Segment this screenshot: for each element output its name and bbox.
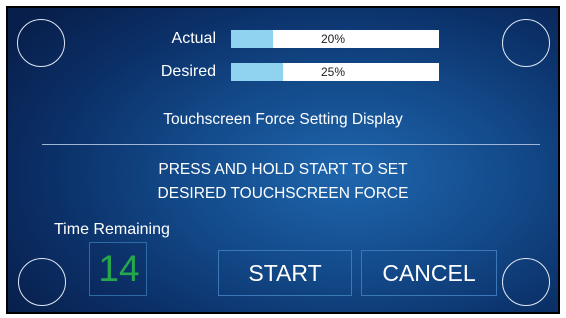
display-title: Touchscreen Force Setting Display xyxy=(163,111,403,128)
corner-target-bottom-right[interactable] xyxy=(502,258,550,306)
touchscreen-display: Actual 20% Desired 25% Touchscreen Force… xyxy=(6,6,560,314)
corner-target-top-left[interactable] xyxy=(17,19,65,67)
desired-label: Desired xyxy=(160,63,216,80)
actual-label: Actual xyxy=(171,30,216,47)
start-button[interactable]: START xyxy=(218,250,352,296)
timer-display: 14 xyxy=(89,242,147,296)
cancel-button[interactable]: CANCEL xyxy=(361,250,497,296)
instruction-line-2: DESIRED TOUCHSCREEN FORCE xyxy=(157,185,409,202)
timer-value: 14 xyxy=(98,248,140,289)
desired-force-value: 25% xyxy=(320,65,346,79)
actual-force-fill xyxy=(231,30,273,48)
corner-target-top-right[interactable] xyxy=(502,19,550,67)
time-remaining-label: Time Remaining xyxy=(54,221,170,238)
corner-target-bottom-left[interactable] xyxy=(18,258,66,306)
instruction-line-1: PRESS AND HOLD START TO SET xyxy=(158,161,408,178)
desired-force-bar: 25% xyxy=(231,63,439,81)
desired-force-fill xyxy=(231,63,283,81)
actual-force-value: 20% xyxy=(320,32,346,46)
actual-force-bar: 20% xyxy=(231,30,439,48)
divider xyxy=(42,144,540,145)
